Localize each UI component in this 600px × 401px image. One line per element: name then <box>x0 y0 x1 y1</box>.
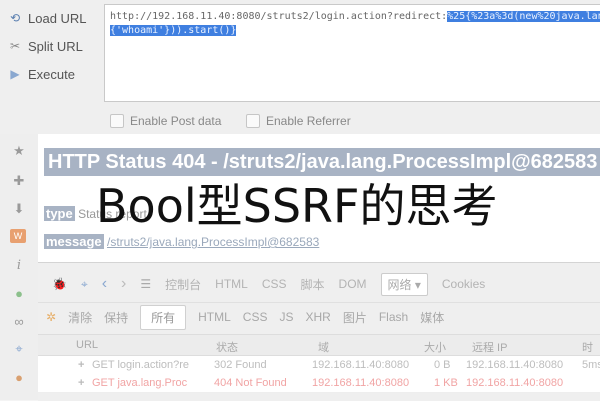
request-status: 302 Found <box>214 359 267 371</box>
enable-post-checkbox[interactable]: Enable Post data <box>110 112 221 130</box>
network-table-header: URL 状态 域 大小 远程 IP 时间 <box>38 334 600 370</box>
expand-icon[interactable]: + <box>78 377 84 389</box>
forward-icon[interactable]: › <box>121 275 126 293</box>
load-url-label: Load URL <box>28 10 87 26</box>
message-key: message <box>44 234 104 249</box>
user-icon[interactable]: ● <box>10 368 28 386</box>
star-icon[interactable]: ★ <box>10 142 28 160</box>
message-line: message /struts2/java.lang.ProcessImpl@6… <box>44 234 319 249</box>
filter-css[interactable]: CSS <box>243 310 268 324</box>
col-size[interactable]: 大小 <box>424 339 446 355</box>
load-url-icon: ⟲ <box>9 11 21 25</box>
enable-referrer-label: Enable Referrer <box>266 114 351 128</box>
col-remote-ip[interactable]: 远程 IP <box>472 339 507 355</box>
request-size: 0 B <box>434 359 451 371</box>
overlay-caption: Bool型SSRF的思考 <box>96 179 498 233</box>
filter-html[interactable]: HTML <box>198 310 231 324</box>
execute-button[interactable]: ▶ Execute <box>8 63 75 85</box>
tab-cookies[interactable]: Cookies <box>442 277 485 291</box>
execute-label: Execute <box>28 66 75 82</box>
inspect-icon[interactable]: ⌖ <box>10 340 28 358</box>
request-status: 404 Not Found <box>214 377 287 389</box>
inspect-element-icon[interactable]: ⌖ <box>81 277 88 292</box>
request-size: 1 KB <box>434 377 458 389</box>
url-plain-part: http://192.168.11.40:8080/struts2/login.… <box>110 11 448 22</box>
clear-icon[interactable]: ✲ <box>46 310 56 324</box>
filter-flash[interactable]: Flash <box>379 310 408 324</box>
col-url[interactable]: URL <box>76 339 98 351</box>
network-filter-bar: ✲ 清除 保持 所有 HTML CSS JS XHR 图片 Flash 媒体 <box>38 302 600 331</box>
tab-console[interactable]: 控制台 <box>165 276 201 293</box>
checkbox-box <box>246 114 260 128</box>
type-key: type <box>44 206 75 221</box>
puzzle-icon[interactable]: ✚ <box>10 172 28 190</box>
table-row[interactable]: + GET java.lang.Proc 404 Not Found 192.1… <box>38 374 600 393</box>
devtools-toolbar: 🐞 ⌖ ‹ › ☰ 控制台 HTML CSS 脚本 DOM 网络 ▾ Cooki… <box>38 270 600 298</box>
request-url: GET login.action?re <box>92 359 190 371</box>
info-icon[interactable]: i <box>10 256 28 274</box>
enable-post-label: Enable Post data <box>130 114 222 128</box>
table-row[interactable]: + GET login.action?re 302 Found 192.168.… <box>38 356 600 375</box>
request-time: 5ms <box>582 359 600 371</box>
col-domain[interactable]: 域 <box>318 339 329 355</box>
download-icon[interactable]: ⬇ <box>10 200 28 218</box>
message-value: /struts2/java.lang.ProcessImpl@682583 <box>107 235 320 249</box>
filter-clear[interactable]: 清除 <box>68 309 92 326</box>
split-url-label: Split URL <box>28 38 83 54</box>
tab-html[interactable]: HTML <box>215 277 248 291</box>
web-icon[interactable]: W <box>10 229 26 243</box>
list-icon[interactable]: ☰ <box>140 277 151 291</box>
enable-referrer-checkbox[interactable]: Enable Referrer <box>246 112 351 130</box>
split-url-button[interactable]: ✂ Split URL <box>8 35 83 57</box>
execute-icon: ▶ <box>10 67 20 81</box>
tab-dom[interactable]: DOM <box>339 277 367 291</box>
back-icon[interactable]: ‹ <box>102 275 107 293</box>
request-domain: 192.168.11.40:8080 <box>312 377 410 389</box>
request-remote-ip: 192.168.11.40:8080 <box>466 359 564 371</box>
col-status[interactable]: 状态 <box>216 339 238 355</box>
request-domain: 192.168.11.40:8080 <box>312 359 410 371</box>
filter-media[interactable]: 媒体 <box>420 309 444 326</box>
url-selected-part: %25{%23a%3d(new%20java.lan <box>447 11 600 22</box>
tab-css[interactable]: CSS <box>262 277 287 291</box>
globe-icon[interactable]: ● <box>10 284 28 302</box>
tab-script[interactable]: 脚本 <box>301 276 325 293</box>
url-text: http://192.168.11.40:8080/struts2/login.… <box>110 10 600 38</box>
filter-images[interactable]: 图片 <box>343 309 367 326</box>
request-url: GET java.lang.Proc <box>92 377 188 389</box>
link-icon[interactable]: ∞ <box>10 312 28 330</box>
split-url-icon: ✂ <box>9 39 21 53</box>
load-url-button[interactable]: ⟲ Load URL <box>8 7 87 29</box>
filter-all[interactable]: 所有 <box>140 304 187 330</box>
url-selected-part-2: {'whoami'})).start()} <box>110 25 237 36</box>
filter-js[interactable]: JS <box>279 310 293 324</box>
bug-icon[interactable]: 🐞 <box>52 277 67 291</box>
checkbox-box <box>110 114 124 128</box>
expand-icon[interactable]: + <box>78 359 84 371</box>
filter-persist[interactable]: 保持 <box>104 309 128 326</box>
request-remote-ip: 192.168.11.40:8080 <box>466 377 564 389</box>
tab-network[interactable]: 网络 ▾ <box>380 272 428 296</box>
filter-xhr[interactable]: XHR <box>305 310 330 324</box>
